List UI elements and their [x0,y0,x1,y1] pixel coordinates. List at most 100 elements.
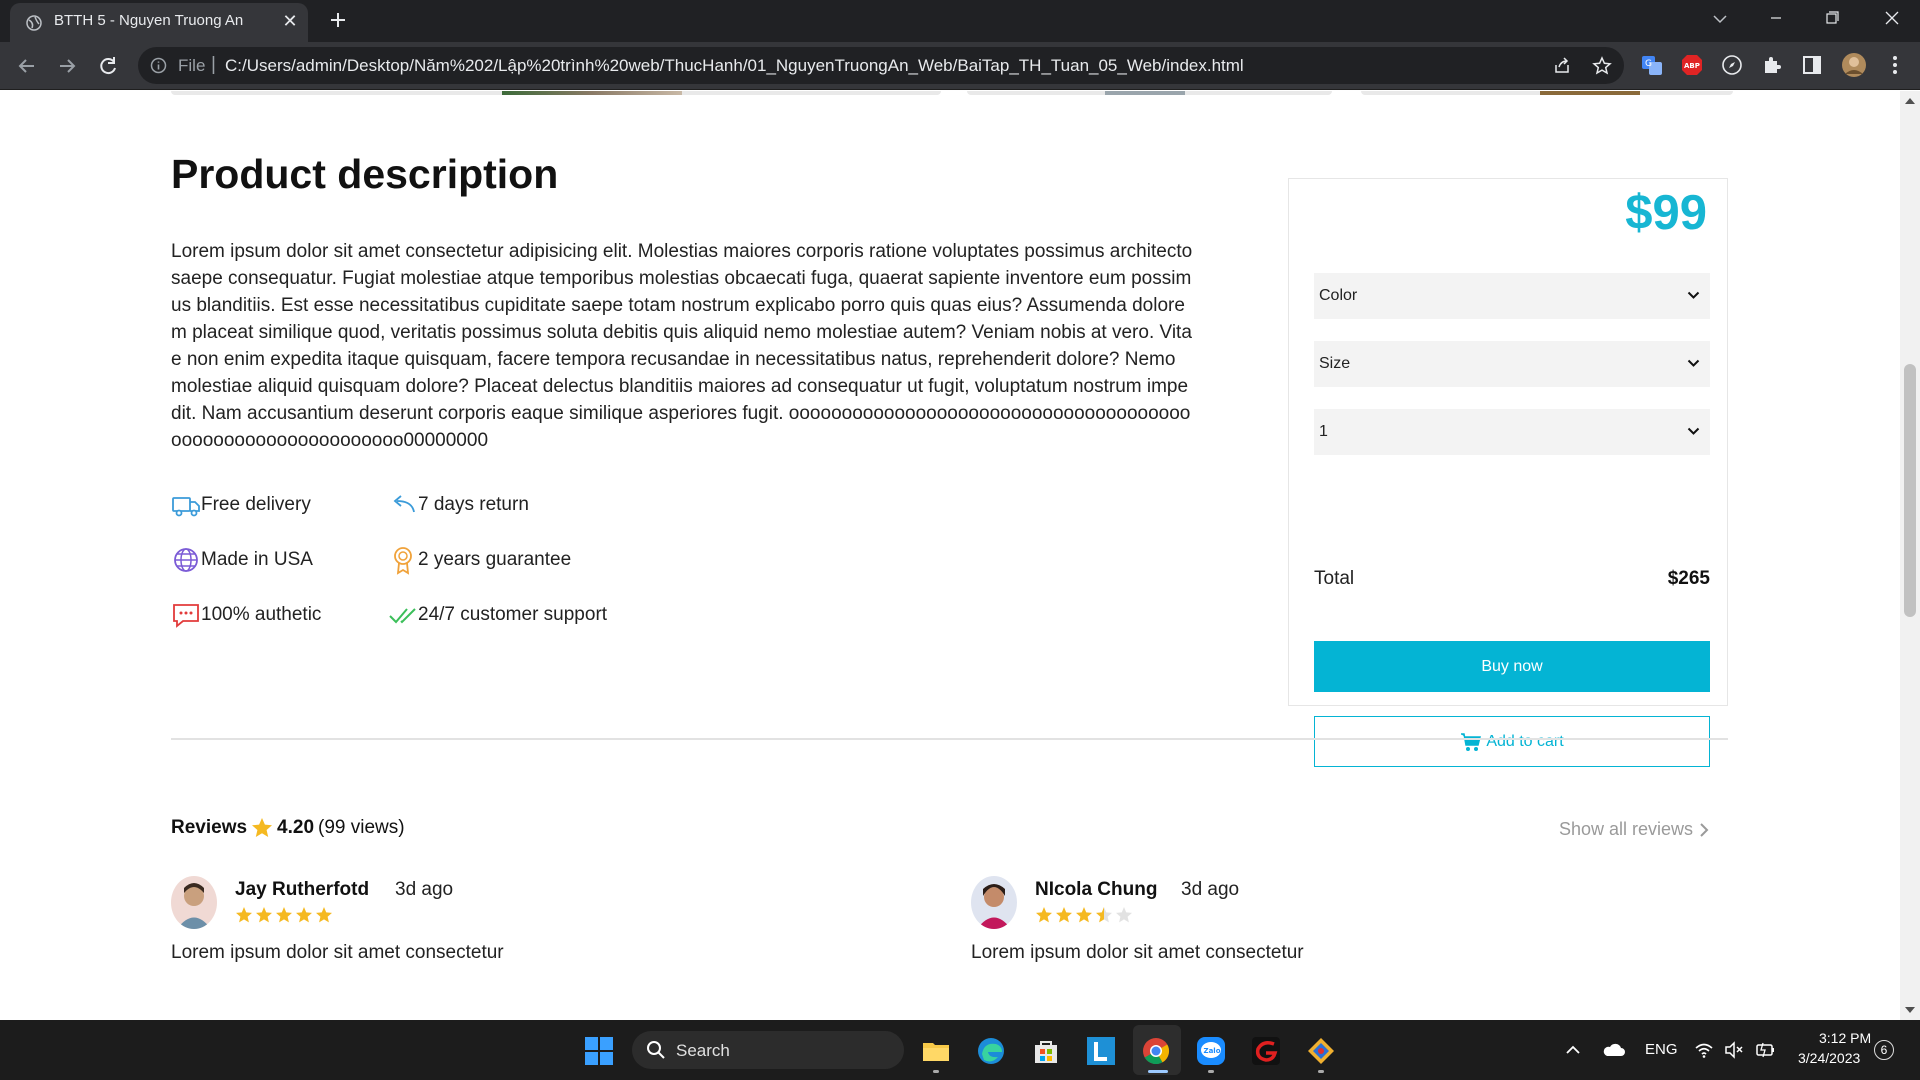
file-explorer-icon[interactable] [921,1036,951,1066]
scroll-down-arrow-icon[interactable] [1905,1006,1915,1014]
microsoft-store-icon[interactable] [1031,1036,1061,1066]
tab-search-chevron-icon[interactable] [1692,0,1748,40]
review-time: 3d ago [1181,879,1240,900]
translate-icon[interactable]: G [1641,54,1663,76]
avatar [171,876,217,929]
clock-date[interactable]: 3/24/2023 [1798,1050,1860,1066]
feature-free-delivery: Free delivery [171,490,311,520]
buy-now-button[interactable]: Buy now [1314,641,1710,692]
clock-time[interactable]: 3:12 PM [1819,1030,1871,1046]
minimize-icon[interactable] [1748,0,1804,40]
total-value: $265 [1667,568,1710,589]
zalo-icon[interactable]: Zalo [1196,1036,1226,1066]
return-arrow-icon [393,495,415,513]
tray-chevron-up-icon[interactable] [1563,1040,1583,1060]
chevron-down-icon [1687,359,1700,367]
svg-text:ABP: ABP [1684,62,1700,70]
puzzle-icon[interactable] [1761,54,1783,76]
add-to-cart-button[interactable]: Add to cart [1314,716,1710,767]
reviews-views: (99 views) [318,817,405,838]
feature-label: 2 years guarantee [418,549,572,570]
url-scheme: File [178,56,206,75]
page-title: Product description [171,151,559,197]
browser-toolbar: File | C:/Users/admin/Desktop/Năm%202/Lậ… [0,42,1920,90]
feature-label: 7 days return [418,494,529,515]
review-text: Lorem ipsum dolor sit amet consectetur [171,942,504,963]
sidepanel-icon[interactable] [1801,54,1823,76]
running-indicator [1208,1070,1214,1073]
menu-kebab-icon[interactable] [1884,54,1906,76]
purchase-panel: $99 Color Size 1 Total $265 Buy now Add … [1288,178,1728,767]
section-divider [171,738,1728,740]
globe-icon [174,548,198,572]
notification-badge[interactable]: 6 [1874,1040,1894,1060]
medal-icon [394,547,412,575]
scroll-up-arrow-icon[interactable] [1905,97,1915,105]
show-all-reviews-link[interactable]: Show all reviews [1559,819,1709,840]
chevron-down-icon [1687,291,1700,299]
share-icon[interactable] [1552,56,1572,76]
search-label: Search [676,1041,730,1060]
size-select-value: Size [1319,355,1351,372]
rating-stars [1035,906,1133,924]
page-viewport: Product description Lorem ipsum dolor si… [0,91,1900,1020]
feature-label: Made in USA [201,549,313,570]
chevron-right-icon [1700,822,1709,837]
address-bar[interactable]: File | C:/Users/admin/Desktop/Năm%202/Lậ… [138,47,1624,84]
size-select[interactable]: Size [1314,341,1710,387]
rating-star-icon [1056,907,1072,923]
info-icon[interactable] [150,57,167,74]
feature-label: Free delivery [201,494,311,515]
close-window-icon[interactable] [1864,0,1920,40]
adblock-icon[interactable]: ABP [1681,54,1703,76]
garena-icon[interactable] [1251,1036,1281,1066]
tab-title: BTTH 5 - Nguyen Truong An [54,12,244,29]
url-text[interactable]: C:/Users/admin/Desktop/Năm%202/Lập%20trì… [225,56,1244,76]
gallery-image-edge [502,91,682,95]
color-select-value: Color [1319,287,1358,304]
edge-browser-icon[interactable] [976,1036,1006,1066]
git-tool-icon[interactable] [1306,1036,1336,1066]
feature-7-days-return: 7 days return [388,490,529,520]
windows-taskbar: Search Zalo ENG 3:12 PM 3/24/2023 [0,1020,1920,1080]
language-indicator[interactable]: ENG [1645,1041,1678,1058]
new-tab-plus-icon[interactable] [325,7,351,33]
scroll-thumb[interactable] [1904,364,1916,617]
gallery-image-edge [1105,91,1185,95]
page-scrollbar[interactable] [1900,91,1920,1020]
color-select[interactable]: Color [1314,273,1710,319]
muted-speaker-icon[interactable] [1724,1040,1744,1060]
compass-icon[interactable] [1721,54,1743,76]
feature-label: 100% authetic [201,604,322,625]
tab-close-icon[interactable]: ✕ [280,11,300,31]
taskbar-search[interactable]: Search [632,1031,904,1069]
avatar [971,876,1017,929]
reviewer-name: Jay Rutherfotd [235,879,370,900]
feature-label: 24/7 customer support [418,604,608,625]
truck-icon [172,497,200,517]
app-l-icon[interactable] [1086,1036,1116,1066]
rating-star-icon [296,907,312,923]
quantity-select[interactable]: 1 [1314,409,1710,455]
chrome-icon[interactable] [1141,1036,1171,1066]
rating-star-icon [1116,907,1132,923]
bookmark-star-icon[interactable] [1592,56,1612,76]
product-price: $99 [1625,186,1707,240]
onedrive-cloud-icon[interactable] [1602,1040,1626,1060]
reload-icon[interactable] [94,52,122,80]
show-all-label: Show all reviews [1558,819,1693,839]
battery-icon[interactable] [1754,1040,1776,1060]
reviews-label: Reviews [171,817,248,838]
reviews-summary: Reviews 4.20 (99 views) [171,816,405,840]
profile-avatar-icon[interactable] [1841,52,1867,78]
url-separator: | [211,54,216,75]
forward-arrow-icon[interactable] [53,52,81,80]
svg-text:G: G [1645,59,1652,69]
star-icon [252,818,273,837]
windows-start-icon[interactable] [584,1036,614,1066]
rating-star-icon [236,907,252,923]
back-arrow-icon[interactable] [13,52,41,80]
restore-icon[interactable] [1804,0,1860,40]
wifi-icon[interactable] [1694,1040,1714,1060]
browser-tab[interactable]: BTTH 5 - Nguyen Truong An ✕ [10,3,308,42]
